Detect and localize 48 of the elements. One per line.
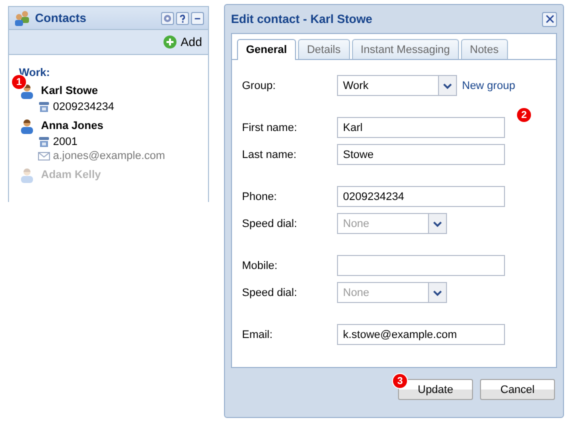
plus-icon <box>162 35 177 49</box>
tab[interactable]: Instant Messaging <box>352 39 459 59</box>
settings-button[interactable] <box>161 12 174 24</box>
close-button[interactable] <box>542 12 557 26</box>
people-icon <box>13 10 31 26</box>
panel-title: Contacts <box>35 11 88 25</box>
number-badge: 1 <box>12 75 26 89</box>
input-field[interactable]: Stowe <box>337 144 505 165</box>
caret-icon <box>433 220 442 226</box>
field-label: Email: <box>242 328 274 340</box>
number-badge: 2 <box>517 108 531 122</box>
close-icon <box>544 14 554 24</box>
input-field[interactable]: Karl <box>337 117 505 138</box>
field-label: Speed dial: <box>242 218 298 230</box>
field-label: Last name: <box>242 148 298 160</box>
phone-number: 2001 <box>53 136 78 148</box>
dialog-button[interactable]: Cancel <box>480 379 555 400</box>
add-button[interactable]: Add <box>162 35 202 49</box>
contact-name[interactable]: Karl Stowe <box>41 85 98 97</box>
person-icon <box>19 118 35 134</box>
field-label: First name: <box>242 122 298 134</box>
tab[interactable]: Notes <box>460 39 508 59</box>
person-icon <box>19 167 35 183</box>
help-icon <box>178 14 187 22</box>
new-group-link[interactable]: New group <box>462 80 516 92</box>
help-button[interactable] <box>176 12 189 24</box>
envelope-icon <box>38 150 50 162</box>
caret-icon <box>443 82 452 88</box>
field-label: Speed dial: <box>242 286 298 298</box>
phone-number: 0209234234 <box>53 101 114 113</box>
minimize-button[interactable] <box>191 12 204 24</box>
dropdown[interactable]: Work <box>337 75 457 96</box>
tab[interactable]: General <box>237 39 296 60</box>
input-field[interactable]: k.stowe@example.com <box>337 324 505 345</box>
field-label: Group: <box>242 80 277 92</box>
input-field[interactable] <box>337 255 505 276</box>
input-field[interactable]: 0209234234 <box>337 186 505 207</box>
gear-icon <box>163 14 172 22</box>
field-label: Mobile: <box>242 260 278 272</box>
number-badge: 3 <box>393 374 407 388</box>
phone-icon <box>38 101 50 113</box>
field-label: Phone: <box>242 190 278 202</box>
tab[interactable]: Details <box>298 39 350 59</box>
email-address: a.jones@example.com <box>53 150 166 162</box>
phone-icon <box>38 136 50 148</box>
contact-name[interactable]: Anna Jones <box>41 120 104 132</box>
caret-icon <box>433 290 442 296</box>
dialog-title: Edit contact - Karl Stowe <box>231 12 372 26</box>
